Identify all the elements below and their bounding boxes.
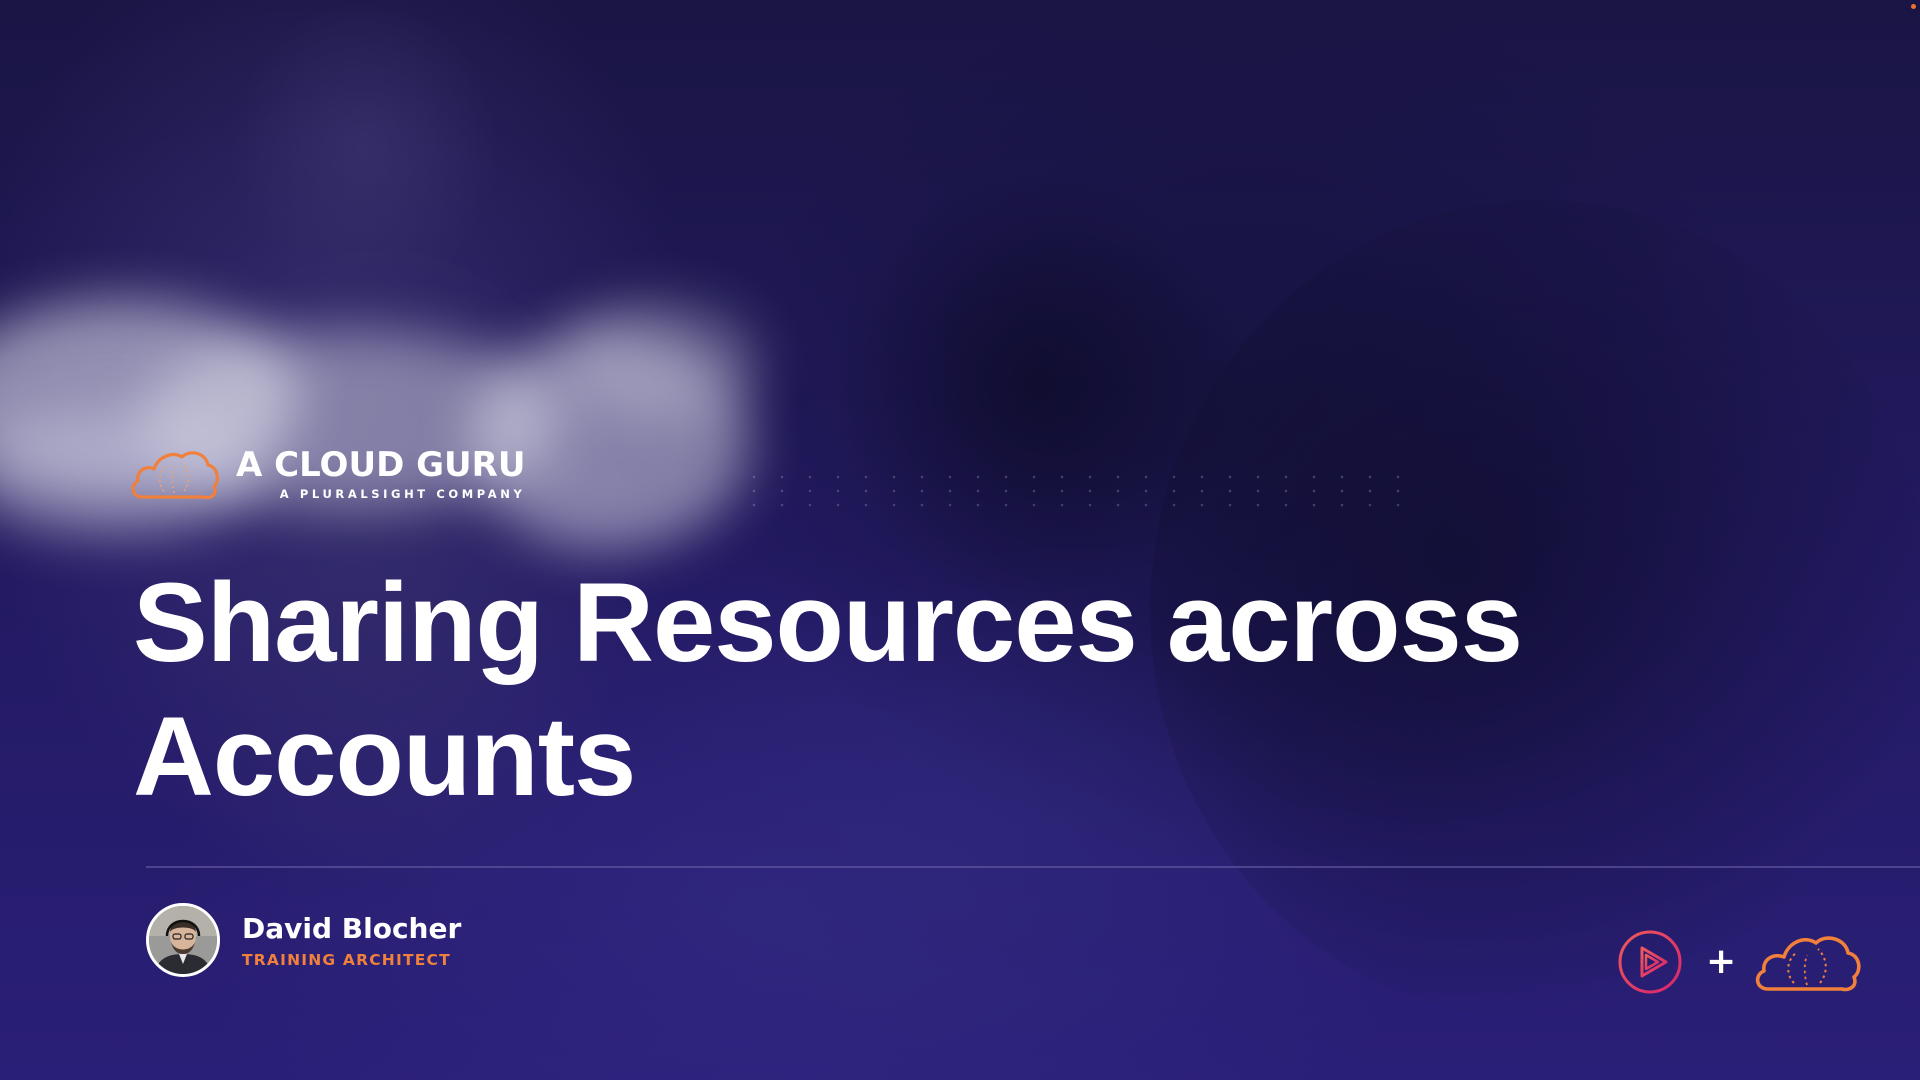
pluralsight-play-icon — [1618, 930, 1682, 994]
cloud-guru-cloud-icon — [1756, 936, 1861, 992]
background-photo-man-head — [830, 170, 1250, 600]
background-photo-woman-head — [230, 0, 500, 300]
brand-name: A CLOUD GURU — [236, 445, 526, 485]
presenter-text: David Blocher TRAINING ARCHITECT — [242, 912, 461, 969]
title-slide: A CLOUD GURU A PLURALSIGHT COMPANY Shari… — [0, 0, 1920, 1080]
presenter-info: David Blocher TRAINING ARCHITECT — [146, 903, 461, 977]
sparkle-particles — [740, 470, 1400, 510]
divider-line — [146, 866, 1920, 868]
presenter-name: David Blocher — [242, 911, 462, 945]
plus-symbol: + — [1706, 941, 1737, 982]
smoke-effect — [470, 330, 750, 550]
brand-logo: A CLOUD GURU A PLURALSIGHT COMPANY — [128, 445, 525, 503]
cloud-guru-logo-icon — [131, 451, 219, 500]
brand-text: A CLOUD GURU A PLURALSIGHT COMPANY — [236, 447, 525, 501]
smoke-effect — [560, 300, 760, 420]
slide-title: Sharing Resources across Accounts — [133, 560, 1523, 819]
presenter-avatar — [146, 903, 220, 977]
presenter-role: TRAINING ARCHITECT — [242, 950, 451, 969]
corner-indicator-dot — [1911, 4, 1916, 9]
brand-tagline: A PLURALSIGHT COMPANY — [279, 487, 526, 501]
partner-logos: + — [1616, 928, 1862, 996]
